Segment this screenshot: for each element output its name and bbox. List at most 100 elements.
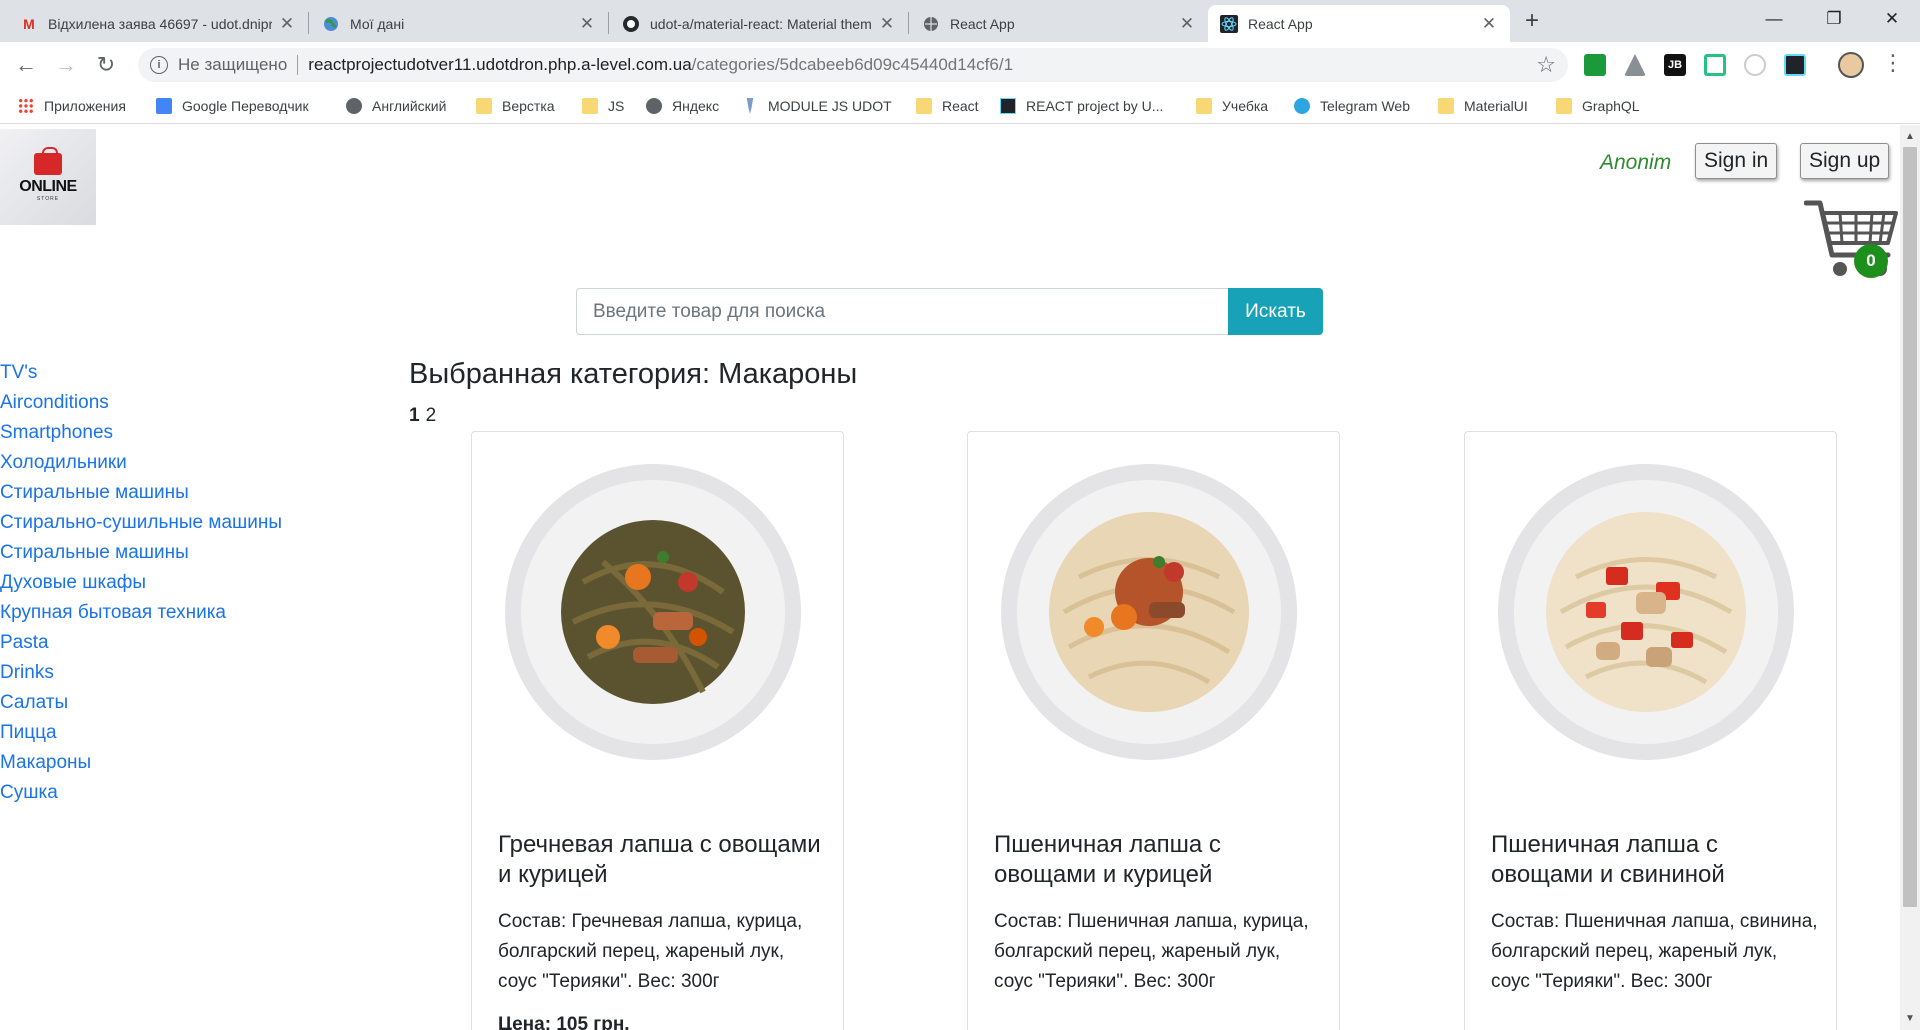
profile-avatar[interactable] <box>1838 52 1864 78</box>
product-card[interactable]: Пшеничная лапша с овощами и курицей Сост… <box>967 431 1340 1030</box>
category-link[interactable]: Пицца <box>0 718 282 748</box>
bookmark-react[interactable]: React <box>916 96 979 116</box>
user-name: Anonim <box>1600 151 1672 174</box>
tab-gmail[interactable]: M Відхилена заява 46697 - udot.dnipro@gm… <box>8 5 308 42</box>
drive-icon[interactable] <box>1624 54 1646 76</box>
bookmark-english[interactable]: Английский <box>346 96 446 116</box>
category-link[interactable]: TV's <box>0 358 282 388</box>
tab-title: React App <box>1248 15 1313 32</box>
apps-icon <box>18 98 34 114</box>
product-name[interactable]: Пшеничная лапша с овощами и свининой <box>1491 830 1821 890</box>
tab-title: Мої дані <box>350 15 405 32</box>
back-icon[interactable]: ← <box>10 49 42 81</box>
logo-subtext: STORE <box>36 195 60 202</box>
product-card[interactable]: Гречневая лапша с овощами и курицей Сост… <box>471 431 844 1030</box>
category-link[interactable]: Макароны <box>0 748 282 778</box>
close-tab-icon[interactable]: ✕ <box>1178 14 1196 34</box>
extension-check-icon[interactable] <box>1704 54 1726 76</box>
close-tab-icon[interactable]: ✕ <box>578 14 596 34</box>
close-tab-icon[interactable]: ✕ <box>1480 14 1498 34</box>
tab-my-data[interactable]: Мої дані ✕ <box>310 5 608 42</box>
tab-title: udot-a/material-react: Material theme <box>650 15 872 32</box>
category-link[interactable]: Airconditions <box>0 388 282 418</box>
category-link[interactable]: Крупная бытовая техника <box>0 598 282 628</box>
info-icon[interactable]: i <box>150 56 168 74</box>
store-logo[interactable]: ONLINE STORE <box>0 129 96 225</box>
maximize-icon[interactable]: ❐ <box>1806 0 1862 38</box>
menu-icon[interactable]: ⋮ <box>1882 50 1904 76</box>
sign-in-button[interactable]: Sign in <box>1695 143 1778 179</box>
category-link[interactable]: Салаты <box>0 688 282 718</box>
sign-up-button[interactable]: Sign up <box>1800 143 1890 179</box>
category-link[interactable]: Drinks <box>0 658 282 688</box>
bookmark-layout[interactable]: Верстка <box>476 96 555 116</box>
cart-count-badge: 0 <box>1854 244 1888 278</box>
tab-strip: M Відхилена заява 46697 - udot.dnipro@gm… <box>0 0 1920 42</box>
category-link[interactable]: Smartphones <box>0 418 282 448</box>
scroll-down-icon[interactable]: ▼ <box>1905 1013 1915 1024</box>
category-list: TV's Airconditions Smartphones Холодильн… <box>0 358 282 808</box>
shopping-bag-icon <box>34 146 62 175</box>
extension-circle-icon[interactable] <box>1744 54 1766 76</box>
telegram-icon <box>1294 98 1310 114</box>
tab-title: Відхилена заява 46697 - udot.dnipro@gmai… <box>48 15 272 32</box>
product-image <box>505 464 801 760</box>
folder-icon <box>582 98 598 114</box>
tab-react-app[interactable]: React App ✕ <box>910 5 1208 42</box>
globe-icon <box>646 98 662 114</box>
page-title: Выбранная категория: Макароны <box>409 358 858 390</box>
bookmark-translate[interactable]: Google Переводчик <box>156 96 309 116</box>
bookmark-materialui[interactable]: MaterialUI <box>1438 96 1528 116</box>
bookmark-yandex[interactable]: Яндекс <box>646 96 719 116</box>
product-description: Состав: Пшеничная лапша, свинина, болгар… <box>1491 911 1818 992</box>
bookmark-react-project[interactable]: REACT project by U... <box>1000 96 1163 116</box>
jetbrains-icon[interactable]: JB <box>1664 54 1686 76</box>
category-link[interactable]: Стиральные машины <box>0 478 282 508</box>
category-link[interactable]: Стиральные машины <box>0 538 282 568</box>
react-devtools-icon[interactable] <box>1784 54 1806 76</box>
product-name[interactable]: Гречневая лапша с овощами и курицей <box>498 830 828 890</box>
new-tab-icon[interactable]: + <box>1518 8 1546 36</box>
bookmark-telegram[interactable]: Telegram Web <box>1294 96 1410 116</box>
browser-toolbar: ← → ↻ i Не защищено reactprojectudotver1… <box>0 42 1920 88</box>
security-label: Не защищено <box>178 55 288 74</box>
translate-icon <box>156 98 172 114</box>
category-link[interactable]: Холодильники <box>0 448 282 478</box>
product-card[interactable]: Пшеничная лапша с овощами и свининой Сос… <box>1464 431 1837 1030</box>
bookmark-study[interactable]: Учебка <box>1196 96 1268 116</box>
gmail-icon: M <box>23 15 35 32</box>
github-icon <box>622 15 640 33</box>
page-scrollbar[interactable]: ▲ ▼ <box>1900 125 1920 1030</box>
page-link[interactable]: 2 <box>426 405 437 427</box>
category-link[interactable]: Духовые шкафы <box>0 568 282 598</box>
search-button[interactable]: Искать <box>1228 288 1323 335</box>
close-tab-icon[interactable]: ✕ <box>278 14 296 34</box>
close-window-icon[interactable]: ✕ <box>1864 0 1920 38</box>
scroll-up-icon[interactable]: ▲ <box>1905 131 1915 142</box>
category-link[interactable]: Pasta <box>0 628 282 658</box>
scrollbar-thumb[interactable] <box>1903 147 1917 907</box>
category-link[interactable]: Стирально-сушильные машины <box>0 508 282 538</box>
close-tab-icon[interactable]: ✕ <box>878 14 896 34</box>
tab-react-app-active[interactable]: React App ✕ <box>1208 5 1510 42</box>
bookmark-apps[interactable]: Приложения <box>18 96 126 116</box>
folder-icon <box>1556 98 1572 114</box>
page-link-current[interactable]: 1 <box>409 405 420 427</box>
bookmark-js[interactable]: JS <box>582 96 624 116</box>
extension-icon[interactable] <box>1584 54 1606 76</box>
address-bar[interactable]: i Не защищено reactprojectudotver11.udot… <box>138 48 1568 82</box>
product-image <box>1498 464 1794 760</box>
bookmark-module-js[interactable]: MODULE JS UDOT <box>742 96 892 116</box>
tab-github[interactable]: udot-a/material-react: Material theme ✕ <box>610 5 908 42</box>
category-link[interactable]: Сушка <box>0 778 282 808</box>
minimize-icon[interactable]: — <box>1746 0 1802 38</box>
bookmark-star-icon[interactable]: ☆ <box>1536 52 1556 78</box>
reload-icon[interactable]: ↻ <box>90 49 122 81</box>
product-description: Состав: Гречневая лапша, курица, болгарс… <box>498 911 803 992</box>
product-name[interactable]: Пшеничная лапша с овощами и курицей <box>994 830 1324 890</box>
bookmark-graphql[interactable]: GraphQL <box>1556 96 1640 116</box>
search-input[interactable] <box>576 288 1228 335</box>
folder-icon <box>1438 98 1454 114</box>
forward-icon[interactable]: → <box>50 49 82 81</box>
url-path: /categories/5dcabeeb6d09c45440d14cf6/1 <box>691 55 1014 74</box>
